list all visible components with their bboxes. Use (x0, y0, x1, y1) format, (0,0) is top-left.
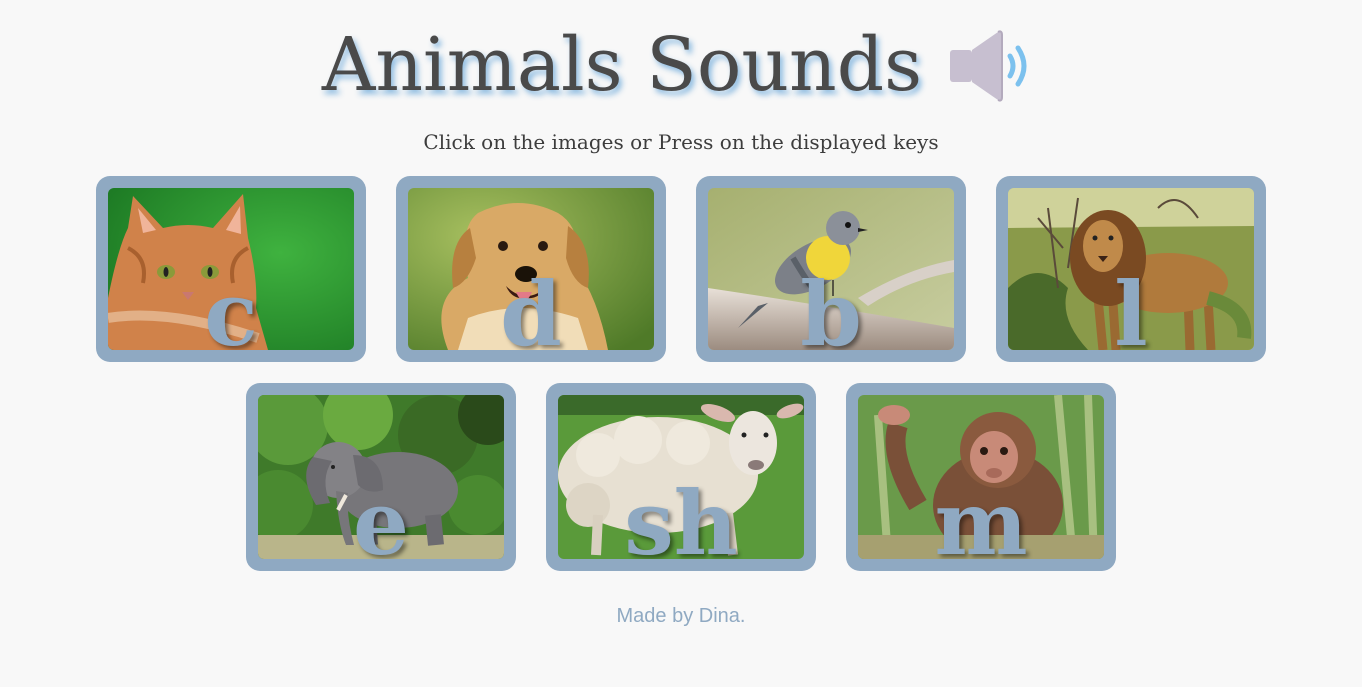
key-label-sheep: sh (624, 471, 738, 559)
speaker-icon (950, 29, 1027, 102)
key-label-bird: b (800, 262, 862, 350)
animal-card-monkey[interactable]: m (846, 383, 1116, 571)
key-label-elephant: e (353, 471, 409, 559)
animal-card-elephant[interactable]: e (246, 383, 516, 571)
page-title: Animals Sounds (321, 22, 923, 108)
animal-card-bird[interactable]: b (696, 176, 966, 362)
key-label-monkey: m (934, 471, 1028, 559)
instructions-text: Click on the images or Press on the disp… (423, 130, 939, 154)
header: Animals Sounds (0, 18, 1362, 113)
key-label-lion: l (1114, 262, 1148, 350)
key-label-dog: d (500, 262, 562, 350)
footer-credit: Made by Dina. (616, 605, 746, 627)
animal-card-dog[interactable]: d (396, 176, 666, 362)
cards-row-1: c d b l (0, 176, 1362, 362)
animal-card-sheep[interactable]: sh (546, 383, 816, 571)
animal-card-cat[interactable]: c (96, 176, 366, 362)
animal-card-lion[interactable]: l (996, 176, 1266, 362)
cards-row-2: e sh m (0, 383, 1362, 571)
key-label-cat: c (204, 262, 258, 350)
